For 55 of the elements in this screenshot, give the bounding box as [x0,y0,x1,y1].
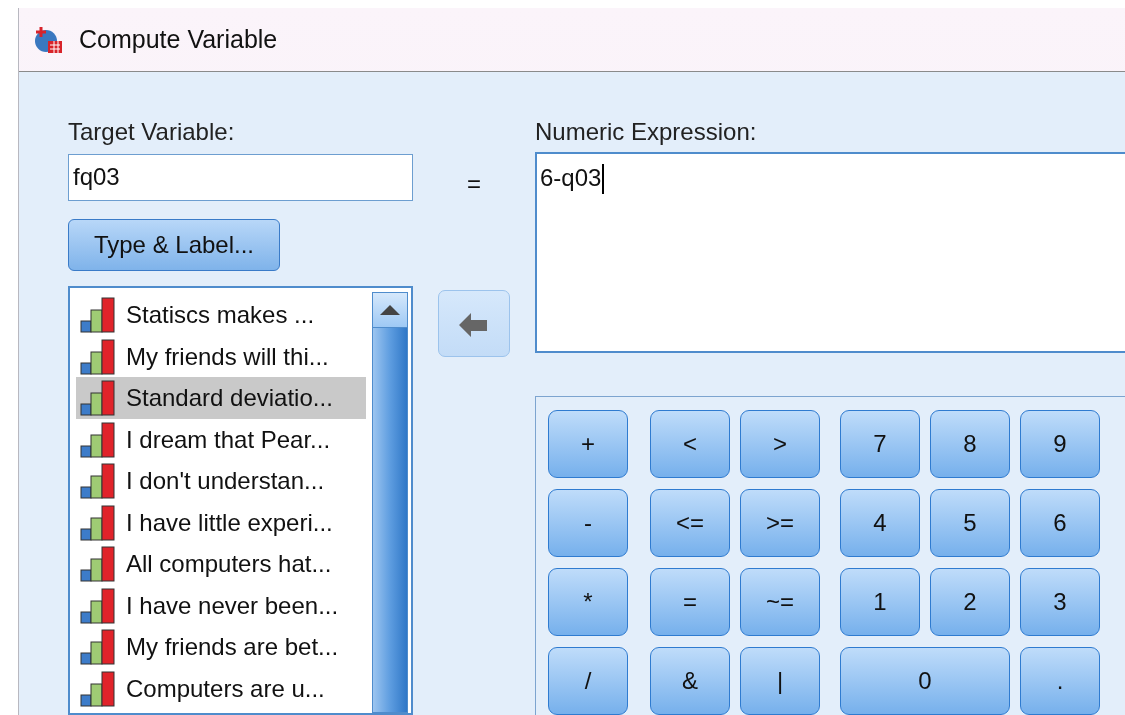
variable-item[interactable]: I dream that Pear... [76,418,366,461]
keypad-button[interactable]: | [740,647,820,715]
keypad-button[interactable]: / [548,647,628,715]
scale-variable-icon [80,421,116,458]
type-label-button[interactable]: Type & Label... [68,218,280,272]
keypad-button[interactable]: 6 [1020,489,1100,557]
keypad-button[interactable]: 4 [840,489,920,557]
keypad-button[interactable]: = [650,568,730,636]
expression-text: 6-q03 [540,164,602,192]
keypad-button[interactable]: >= [740,489,820,557]
keypad-button[interactable]: 9 [1020,410,1100,478]
keypad-button[interactable]: + [548,410,628,478]
keypad-button[interactable]: & [650,647,730,715]
keypad-button[interactable]: 5 [930,489,1010,557]
keypad-button[interactable]: 2 [930,568,1010,636]
scroll-up-button[interactable] [373,293,407,329]
scale-variable-icon [80,629,116,666]
variable-item[interactable]: All computers hat... [76,543,366,585]
keypad-button[interactable]: 7 [840,410,920,478]
keypad-button[interactable]: ~= [740,568,820,636]
equals-sign: = [467,170,481,198]
variable-item[interactable]: My friends will thi... [76,335,366,378]
variable-item[interactable]: Statiscs makes ... [76,294,366,336]
keypad-button[interactable]: 1 [840,568,920,636]
keypad-button[interactable]: 3 [1020,568,1100,636]
scale-variable-icon [80,380,116,417]
variable-item[interactable]: I have never been... [76,584,366,627]
target-variable-field[interactable]: fq03 [68,154,413,201]
move-button[interactable] [438,290,510,357]
variable-item[interactable]: Computers are u... [76,667,366,710]
scale-variable-icon [80,338,116,375]
numeric-expression-label: Numeric Expression: [535,118,758,146]
window-title: Compute Variable [79,25,278,54]
variable-item[interactable]: My friends are bet... [76,626,366,668]
keypad-button[interactable]: - [548,489,628,557]
keypad-button[interactable]: < [650,410,730,478]
up-arrow-icon [380,305,400,316]
keypad-button[interactable]: 0 [840,647,1010,715]
keypad-button[interactable]: . [1020,647,1100,715]
text-cursor [602,164,605,194]
expression-field[interactable]: 6-q03 [535,152,1125,353]
scale-variable-icon [80,546,116,583]
variable-item[interactable]: Standard deviatio... [76,377,366,419]
keypad-button[interactable]: 8 [930,410,1010,478]
keypad-button[interactable]: <= [650,489,730,557]
scale-variable-icon [80,297,116,334]
variable-item[interactable]: I don't understan... [76,460,366,502]
target-variable-label: Target Variable: [68,118,235,146]
keypad-button[interactable]: > [740,410,820,478]
scale-variable-icon [80,587,116,624]
scale-variable-icon [80,670,116,707]
scale-variable-icon [80,463,116,500]
scale-variable-icon [80,504,116,541]
variable-item[interactable]: I have little experi... [76,501,366,544]
keypad-button[interactable]: * [548,568,628,636]
